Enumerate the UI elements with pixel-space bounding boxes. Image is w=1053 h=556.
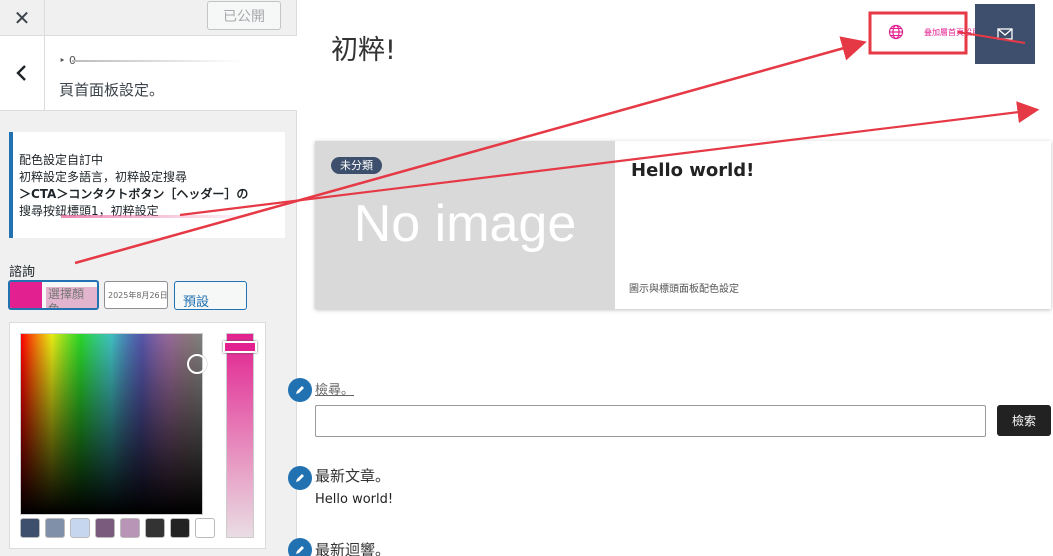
color-picker-handle[interactable] — [187, 354, 207, 374]
search-input[interactable] — [315, 405, 986, 437]
info-notice: 配色設定自訂中 初粹設定多語言，初粹設定搜尋 ＞CTA＞コンタクトボタン［ヘッダ… — [9, 132, 285, 238]
contact-mail-button[interactable] — [975, 4, 1035, 64]
palette-swatch-5[interactable] — [120, 518, 140, 538]
post-thumbnail: No image 未分類 — [315, 141, 615, 309]
color-palette — [20, 518, 215, 538]
customizer-topbar: ✕ 已公開 — [0, 0, 297, 36]
post-title[interactable]: Hello world! — [631, 160, 754, 181]
no-image-text: No image — [353, 195, 577, 253]
color-picker-square[interactable] — [20, 333, 207, 515]
recent-post-link[interactable]: Hello world! — [315, 492, 393, 507]
recent-posts-title: 最新文章。 — [315, 467, 391, 485]
breadcrumb-divider — [72, 60, 242, 62]
palette-swatch-8[interactable] — [195, 518, 215, 538]
notice-line-3: ＞CTA＞コンタクトボタン［ヘッダー］の — [19, 187, 249, 201]
globe-icon — [888, 24, 904, 40]
category-badge[interactable]: 未分類 — [331, 157, 382, 174]
palette-swatch-7[interactable] — [170, 518, 190, 538]
color-setting-label: 諮詢 — [9, 265, 36, 280]
pencil-icon — [296, 546, 304, 554]
default-color-button[interactable]: 預設 — [174, 281, 247, 310]
edit-shortcut-recent-posts[interactable] — [288, 466, 312, 490]
recent-comments-title: 最新迴響。 — [315, 541, 391, 556]
notice-line-1: 配色設定自訂中 — [19, 153, 104, 167]
close-icon: ✕ — [13, 6, 31, 30]
search-widget-title: 檢尋。 — [315, 383, 355, 398]
post-meta: 圖示與標頭面板配色設定 — [629, 284, 739, 295]
section-header: ‣ 0 頁首面板設定。 — [0, 36, 297, 111]
section-title: 頁首面板設定。 — [59, 81, 165, 99]
pencil-icon — [296, 474, 304, 482]
search-button[interactable]: 檢索 — [997, 405, 1051, 436]
site-title[interactable]: 初粹! — [331, 28, 396, 67]
chevron-left-icon — [16, 65, 26, 81]
palette-swatch-1[interactable] — [20, 518, 40, 538]
notice-line-2: 初粹設定多語言，初粹設定搜尋 — [19, 170, 188, 184]
palette-swatch-6[interactable] — [145, 518, 165, 538]
palette-swatch-4[interactable] — [95, 518, 115, 538]
edit-shortcut-recent-comments[interactable] — [288, 538, 312, 556]
pencil-icon — [296, 386, 304, 394]
published-button[interactable]: 已公開 — [207, 1, 281, 30]
color-picker — [9, 322, 266, 549]
post-card[interactable]: No image 未分類 Hello world! 圖示與標頭面板配色設定 — [315, 141, 1051, 309]
site-preview: 初粹! 叠加層首頁設目時鐘 No image 未分類 Hello world! … — [288, 0, 1053, 556]
header-cta-button[interactable]: 叠加層首頁設目時鐘 — [870, 14, 996, 52]
edit-shortcut-search[interactable] — [288, 378, 312, 402]
hue-slider[interactable] — [223, 333, 257, 538]
select-color-label: 選擇顏色 — [46, 287, 97, 308]
highlight-underline — [61, 215, 261, 218]
color-hex-input[interactable]: 2025年8月26日 — [104, 281, 168, 309]
hue-slider-handle[interactable] — [223, 341, 257, 353]
palette-swatch-2[interactable] — [45, 518, 65, 538]
mail-icon — [997, 28, 1013, 40]
select-color-button[interactable]: 選擇顏色 — [8, 280, 99, 310]
palette-swatch-3[interactable] — [70, 518, 90, 538]
back-button[interactable] — [0, 36, 45, 110]
close-customizer-button[interactable]: ✕ — [0, 0, 45, 36]
customizer-sidebar: ✕ 已公開 ‣ 0 頁首面板設定。 配色設定自訂中 初粹設定多語言，初粹設定搜尋… — [0, 0, 297, 556]
current-color-swatch — [10, 282, 42, 308]
